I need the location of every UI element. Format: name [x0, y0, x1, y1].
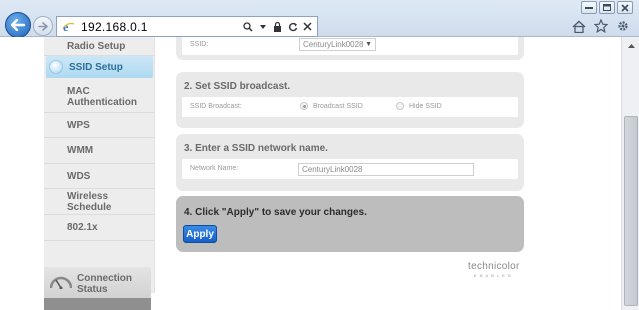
- sidebar-item-802-1x[interactable]: 802.1x: [44, 215, 155, 241]
- radio-selected-icon: [300, 102, 308, 110]
- sidebar-item-label: SSID Setup: [69, 61, 123, 73]
- network-name-label: Network Name:: [190, 165, 239, 172]
- forward-arrow-icon: [38, 21, 48, 31]
- back-button[interactable]: [5, 12, 31, 38]
- network-name-title: 3. Enter a SSID network name.: [184, 143, 328, 154]
- connection-status-bar: [44, 298, 151, 310]
- vertical-scrollbar[interactable]: [621, 37, 639, 310]
- gauge-icon: [50, 276, 72, 289]
- chevron-down-icon: ▼: [365, 41, 372, 48]
- ssid-selected-value: CenturyLink0028: [303, 40, 364, 49]
- back-arrow-icon: [11, 19, 25, 31]
- ssid-broadcast-section: 2. Set SSID broadcast. SSID Broadcast: B…: [176, 72, 524, 128]
- sidebar-item-label: WDS: [67, 170, 91, 182]
- brand-tagline: ENABLED: [473, 273, 514, 278]
- forward-button[interactable]: [33, 16, 53, 36]
- star-icon[interactable]: [593, 18, 609, 34]
- ssid-row: SSID: CenturyLink0028 ▼: [182, 37, 518, 55]
- home-icon[interactable]: [571, 18, 587, 34]
- ssid-broadcast-label: SSID Broadcast:: [190, 103, 242, 110]
- minimize-icon: [585, 7, 593, 9]
- dropdown-icon[interactable]: [257, 20, 268, 34]
- browser-toolbar: e 192.168.0.1: [0, 0, 639, 38]
- sidebar: Radio Setup SSID Setup MAC Authenticatio…: [44, 37, 155, 293]
- ssid-label: SSID:: [190, 41, 209, 48]
- broadcast-ssid-radio[interactable]: Broadcast SSID: [300, 102, 363, 110]
- brand-name: technicolor: [468, 261, 520, 272]
- address-text[interactable]: 192.168.0.1: [81, 20, 242, 34]
- apply-button[interactable]: Apply: [183, 225, 217, 243]
- minimize-button[interactable]: [581, 1, 597, 14]
- broadcast-ssid-label: Broadcast SSID: [313, 102, 363, 110]
- scroll-up-arrow-icon[interactable]: [624, 39, 638, 53]
- window-close-button[interactable]: [617, 1, 633, 14]
- network-name-section: 3. Enter a SSID network name. Network Na…: [176, 134, 524, 191]
- sidebar-item-label: WPS: [67, 119, 90, 131]
- sidebar-item-label: Wireless Schedule: [67, 190, 112, 213]
- maximize-button[interactable]: [599, 1, 615, 14]
- apply-section: 4. Click "Apply" to save your changes. A…: [176, 196, 524, 252]
- sidebar-item-wmm[interactable]: WMM: [44, 138, 155, 164]
- connection-status-label: Connection Status: [77, 273, 132, 295]
- close-icon[interactable]: [302, 20, 313, 34]
- hide-ssid-label: Hide SSID: [409, 102, 442, 110]
- sidebar-item-wps[interactable]: WPS: [44, 113, 155, 138]
- technicolor-logo: technicolor ENABLED: [468, 261, 520, 278]
- sidebar-item-radio-setup[interactable]: Radio Setup: [44, 37, 155, 56]
- gear-icon[interactable]: [615, 18, 631, 34]
- sidebar-item-ssid-setup[interactable]: SSID Setup: [46, 56, 153, 78]
- active-bullet-icon: [49, 60, 63, 74]
- sidebar-item-label: MAC Authentication: [67, 85, 137, 108]
- radio-unselected-icon: [396, 102, 404, 110]
- scrollbar-thumb[interactable]: [624, 116, 638, 306]
- window-close-icon: [621, 3, 629, 12]
- sidebar-item-label: WMM: [67, 145, 94, 156]
- network-name-value: CenturyLink0028: [302, 165, 363, 174]
- sidebar-item-mac-authentication[interactable]: MAC Authentication: [44, 81, 155, 113]
- ie-logo-icon: e: [61, 20, 75, 34]
- ssid-broadcast-title: 2. Set SSID broadcast.: [184, 81, 291, 92]
- router-page: Radio Setup SSID Setup MAC Authenticatio…: [0, 37, 621, 310]
- network-name-input[interactable]: CenturyLink0028: [298, 163, 474, 176]
- network-name-row: Network Name: CenturyLink0028: [182, 159, 518, 179]
- sidebar-item-label: 802.1x: [67, 222, 98, 233]
- ssid-select-section: SSID: CenturyLink0028 ▼: [176, 37, 524, 60]
- maximize-icon: [603, 4, 611, 11]
- ssid-broadcast-row: SSID Broadcast: Broadcast SSID Hide SSID: [182, 97, 518, 117]
- hide-ssid-radio[interactable]: Hide SSID: [396, 102, 442, 110]
- refresh-icon[interactable]: [287, 20, 298, 34]
- search-icon[interactable]: [242, 20, 253, 34]
- ssid-select[interactable]: CenturyLink0028 ▼: [299, 38, 376, 51]
- apply-title: 4. Click "Apply" to save your changes.: [184, 207, 367, 218]
- sidebar-item-wireless-schedule[interactable]: Wireless Schedule: [44, 189, 155, 215]
- address-bar[interactable]: e 192.168.0.1: [56, 16, 318, 37]
- sidebar-item-wds[interactable]: WDS: [44, 164, 155, 189]
- sidebar-item-label: Radio Setup: [67, 41, 126, 52]
- lock-icon[interactable]: [272, 20, 283, 34]
